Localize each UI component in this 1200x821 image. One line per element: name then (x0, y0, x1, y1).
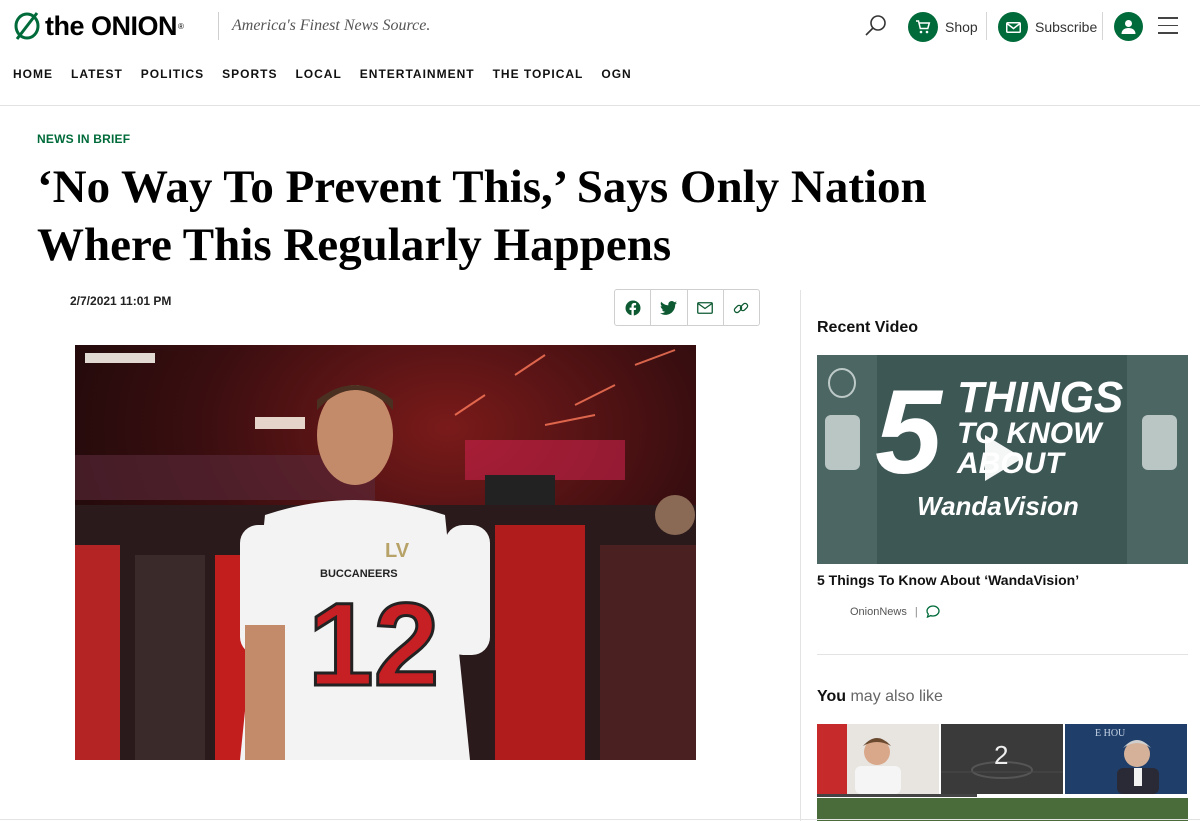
recent-video-thumbnail[interactable]: 5 THINGS TO KNOW ABOUT WandaVision (817, 355, 1188, 564)
field-thumb-number: 2 (994, 740, 1008, 770)
thumb-line-1: THINGS (957, 373, 1123, 422)
site-header: the ONION ® America's Finest News Source… (0, 0, 1200, 106)
thumb-line-4: WandaVision (917, 491, 1079, 521)
shop-label: Shop (945, 19, 978, 35)
recent-video-title[interactable]: 5 Things To Know About ‘WandaVision’ (817, 572, 1079, 588)
share-email-button[interactable] (688, 290, 724, 325)
nav-item-sports[interactable]: SPORTS (222, 67, 277, 81)
main-nav: HOME LATEST POLITICS SPORTS LOCAL ENTERT… (13, 67, 650, 81)
meta-separator: | (914, 605, 918, 618)
email-icon (697, 301, 714, 314)
nav-item-ogn[interactable]: OGN (601, 67, 631, 81)
article-dateline: 2/7/2021 11:01 PM (70, 294, 172, 308)
subscribe-label: Subscribe (1035, 19, 1098, 35)
onion-logo[interactable]: the ONION ® (13, 10, 184, 42)
envelope-icon (998, 12, 1028, 42)
thumb-line-2: TO KNOW (957, 417, 1104, 450)
tagline: America's Finest News Source. (232, 17, 431, 34)
related-thumb-press[interactable]: E HOU (1065, 724, 1187, 794)
carousel-progress (817, 794, 977, 797)
nav-item-the-topical[interactable]: THE TOPICAL (493, 67, 584, 81)
thumb-big-number: 5 (875, 365, 944, 499)
share-link-button[interactable] (724, 290, 759, 325)
nav-item-local[interactable]: LOCAL (295, 67, 341, 81)
share-toolbar (614, 289, 760, 326)
jersey-patch: LV (385, 540, 410, 562)
shop-button[interactable]: Shop (908, 12, 978, 42)
related-thumb-player[interactable] (817, 724, 939, 794)
hamburger-menu-icon[interactable] (1158, 17, 1178, 35)
video-source[interactable]: OnionNews (850, 606, 907, 618)
search-button[interactable] (864, 14, 888, 38)
share-facebook-button[interactable] (615, 290, 652, 325)
nav-item-politics[interactable]: POLITICS (141, 67, 204, 81)
nav-item-entertainment[interactable]: ENTERTAINMENT (360, 67, 475, 81)
sidebar-divider (817, 654, 1188, 655)
header-divider (218, 12, 219, 40)
comment-icon[interactable] (926, 605, 940, 618)
logo-registered: ® (178, 21, 184, 31)
onion-leaf-icon (14, 12, 40, 40)
column-divider (800, 290, 801, 821)
recent-video-heading: Recent Video (817, 319, 919, 336)
account-button[interactable] (1114, 12, 1143, 41)
nav-item-latest[interactable]: LATEST (71, 67, 123, 81)
page-bottom-rule (0, 819, 1200, 820)
share-twitter-button[interactable] (651, 290, 688, 325)
search-icon (865, 15, 886, 36)
article-kicker[interactable]: NEWS IN BRIEF (37, 132, 130, 146)
recent-video-meta: OnionNews | (850, 605, 940, 618)
related-thumb-field[interactable]: 2 (941, 724, 1063, 794)
cart-icon (908, 12, 938, 42)
article-headline: ‘No Way To Prevent This,’ Says Only Nati… (37, 161, 927, 271)
link-icon (734, 302, 749, 313)
facebook-icon (625, 300, 641, 316)
header-separator (986, 12, 987, 40)
nav-item-home[interactable]: HOME (13, 67, 53, 81)
article-hero-image: BUCCANEERS 12 LV (75, 345, 696, 760)
subscribe-button[interactable]: Subscribe (998, 12, 1097, 42)
header-separator (1102, 12, 1103, 40)
related-thumb-row-2[interactable] (817, 798, 1188, 821)
logo-wordmark: the ONION (45, 10, 178, 41)
you-may-also-like-heading: You may also like (817, 688, 943, 705)
twitter-icon (660, 300, 678, 315)
press-thumb-text: E HOU (1095, 728, 1126, 739)
jersey-number: 12 (308, 579, 439, 711)
user-icon (1121, 20, 1136, 34)
